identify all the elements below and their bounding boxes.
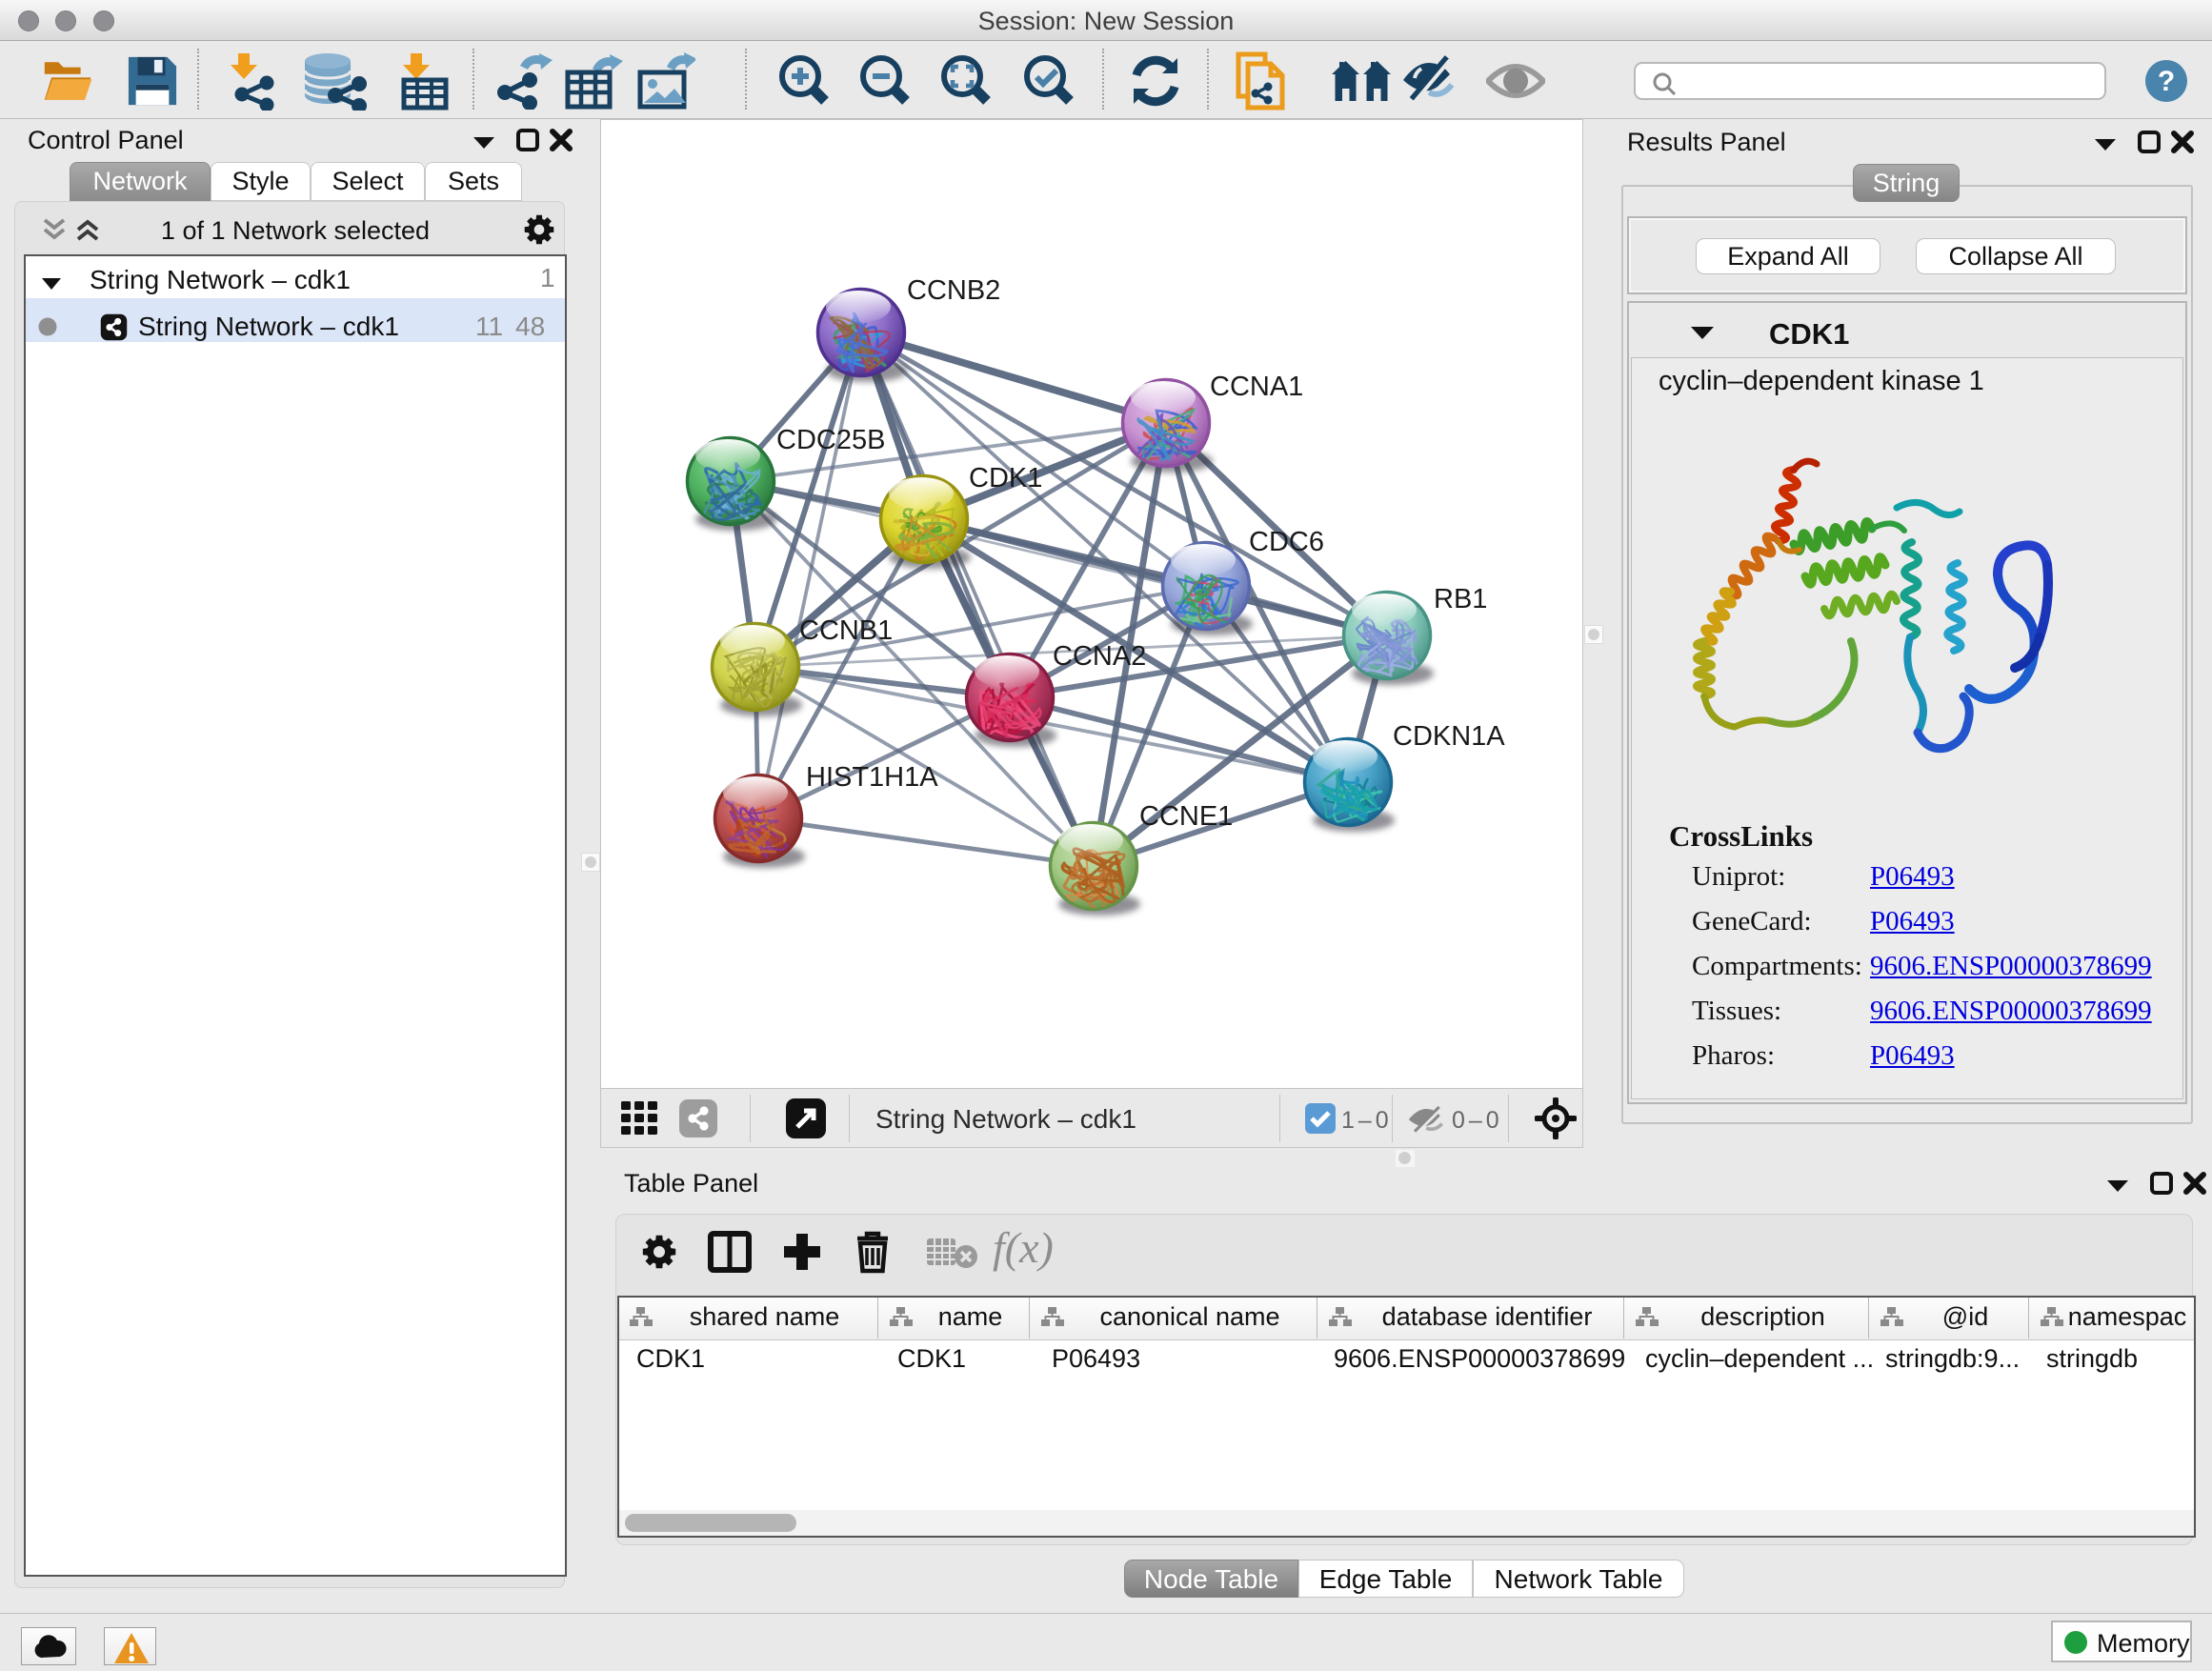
svg-text:CDK1: CDK1 bbox=[969, 463, 1042, 493]
svg-text:CDC25B: CDC25B bbox=[776, 425, 885, 455]
svg-text:CCNE1: CCNE1 bbox=[1139, 801, 1233, 832]
svg-text:CDC6: CDC6 bbox=[1249, 527, 1324, 557]
svg-text:RB1: RB1 bbox=[1434, 584, 1487, 614]
svg-text:CCNA1: CCNA1 bbox=[1210, 372, 1303, 402]
svg-text:CCNB2: CCNB2 bbox=[907, 275, 1000, 306]
svg-text:HIST1H1A: HIST1H1A bbox=[806, 762, 938, 793]
svg-text:CCNB1: CCNB1 bbox=[799, 615, 893, 646]
svg-text:CCNA2: CCNA2 bbox=[1053, 641, 1146, 672]
svg-text:?: ? bbox=[2158, 66, 2175, 97]
svg-text:CDKN1A: CDKN1A bbox=[1393, 721, 1505, 752]
